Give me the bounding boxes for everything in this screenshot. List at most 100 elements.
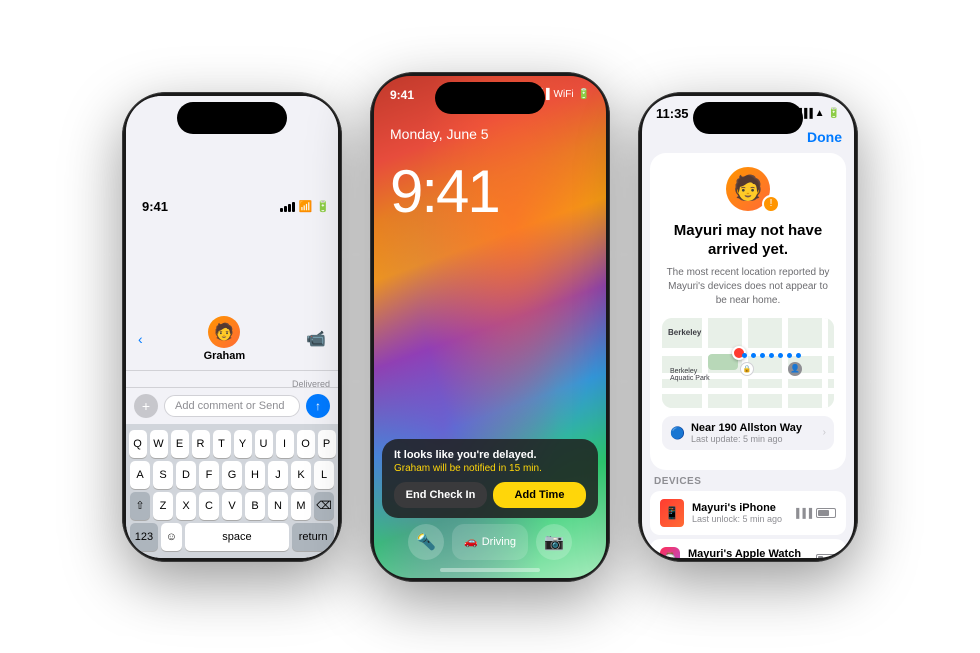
key-q[interactable]: Q: [129, 430, 147, 458]
ls-status-time: 9:41: [390, 88, 414, 102]
p3-subtext: The most recent location reported by May…: [662, 266, 834, 308]
key-b[interactable]: B: [245, 492, 265, 520]
key-h[interactable]: H: [245, 461, 265, 489]
keyboard-row-4: 123 ☺ space return: [130, 523, 334, 551]
map-road-h3: [662, 388, 834, 394]
device2-info: Mayuri's Apple Watch Last upd...: [688, 548, 808, 558]
checkin-alert-screen: 11:35 ▐▐▐▐ ▲ 🔋 Done 🧑 ! Mayuri may not h…: [642, 96, 854, 558]
phone-messages: 9:41 📶 🔋 ‹ 🧑 Graham: [122, 92, 342, 562]
phone-lockscreen: 9:41 ▐▐▐ WiFi 🔋 Monday, June 5 9:41 It l…: [370, 72, 610, 582]
keyboard-row-2: A S D F G H J K L: [130, 461, 334, 489]
add-time-button[interactable]: Add Time: [493, 482, 586, 508]
battery-bar-2: [816, 554, 836, 558]
key-x[interactable]: X: [176, 492, 196, 520]
add-button[interactable]: +: [134, 394, 158, 418]
device-row-watch: ⌚ Mayuri's Apple Watch Last upd...: [650, 539, 846, 558]
p3-warning-badge: !: [762, 195, 780, 213]
message-input[interactable]: Add comment or Send: [164, 395, 300, 417]
key-t[interactable]: T: [213, 430, 231, 458]
keyboard: Q W E R T Y U I O P A S D F G H: [126, 424, 338, 558]
video-call-button[interactable]: 📹: [306, 329, 326, 349]
p3-headline: Mayuri may not have arrived yet.: [662, 221, 834, 260]
dynamic-island-1: [177, 102, 287, 134]
map-berkeley-label: Berkeley: [668, 328, 701, 337]
end-check-in-button[interactable]: End Check In: [394, 482, 487, 508]
key-space[interactable]: space: [185, 523, 289, 551]
map-road-v3: [782, 318, 788, 408]
key-shift[interactable]: ⇧: [130, 492, 150, 520]
location-icon: 🔵: [670, 426, 685, 440]
driving-mode-indicator: 🚗 Driving: [452, 524, 528, 560]
p3-map[interactable]: 🔒 👤 Berkeley BerkeleyAquatic Park: [662, 318, 834, 408]
key-y[interactable]: Y: [234, 430, 252, 458]
key-z[interactable]: Z: [153, 492, 173, 520]
key-emoji[interactable]: ☺: [161, 523, 182, 551]
dynamic-island-2: [435, 82, 545, 114]
ls-notif-title: It looks like you're delayed.: [394, 449, 586, 461]
devices-section-label: DEVICES: [650, 476, 846, 487]
done-button[interactable]: Done: [807, 129, 842, 145]
battery-bar-1: [816, 508, 836, 518]
avatar: 🧑: [208, 316, 240, 348]
keyboard-row-1: Q W E R T Y U I O P: [130, 430, 334, 458]
delivered-label: Delivered: [134, 379, 330, 387]
map-lock-icon: 🔒: [740, 362, 754, 376]
contact-info: 🧑 Graham: [204, 316, 246, 362]
key-w[interactable]: W: [150, 430, 168, 458]
chevron-right-icon: ›: [823, 427, 826, 438]
status-icons-1: 📶 🔋: [280, 200, 330, 213]
battery-fill-1: [818, 510, 829, 516]
ls-notif-buttons: End Check In Add Time: [394, 482, 586, 508]
map-aquatic-label: BerkeleyAquatic Park: [670, 368, 710, 382]
key-f[interactable]: F: [199, 461, 219, 489]
key-d[interactable]: D: [176, 461, 196, 489]
p3-location-row[interactable]: 🔵 Near 190 Allston Way Last update: 5 mi…: [662, 416, 834, 450]
key-s[interactable]: S: [153, 461, 173, 489]
key-v[interactable]: V: [222, 492, 242, 520]
p3-main-card: 🧑 ! Mayuri may not have arrived yet. The…: [650, 153, 846, 470]
key-o[interactable]: O: [297, 430, 315, 458]
flashlight-button[interactable]: 🔦: [408, 524, 444, 560]
key-m[interactable]: M: [291, 492, 311, 520]
back-button[interactable]: ‹: [138, 331, 143, 347]
signal-bars-icon: ▐▐▐: [793, 508, 812, 518]
phone-checkin-alert: 11:35 ▐▐▐▐ ▲ 🔋 Done 🧑 ! Mayuri may not h…: [638, 92, 858, 562]
status-time-1: 9:41: [142, 199, 168, 214]
key-numbers[interactable]: 123: [130, 523, 158, 551]
key-e[interactable]: E: [171, 430, 189, 458]
lockscreen: 9:41 ▐▐▐ WiFi 🔋 Monday, June 5 9:41 It l…: [374, 76, 606, 578]
key-u[interactable]: U: [255, 430, 273, 458]
key-l[interactable]: L: [314, 461, 334, 489]
messages-body: Delivered So great to catch up. Thanks f…: [126, 371, 338, 387]
device1-status: Last unlock: 5 min ago: [692, 514, 785, 524]
key-r[interactable]: R: [192, 430, 210, 458]
p3-battery-icon: 🔋: [828, 108, 840, 119]
key-n[interactable]: N: [268, 492, 288, 520]
device-row-iphone: 📱 Mayuri's iPhone Last unlock: 5 min ago…: [650, 491, 846, 535]
ls-date: Monday, June 5: [390, 126, 590, 142]
car-icon: 🚗: [464, 535, 478, 548]
map-person-icon: 👤: [788, 362, 802, 376]
key-g[interactable]: G: [222, 461, 242, 489]
send-button[interactable]: ↑: [306, 394, 330, 418]
camera-button[interactable]: 📷: [536, 524, 572, 560]
p3-location-name: Near 190 Allston Way: [691, 422, 817, 434]
key-p[interactable]: P: [318, 430, 336, 458]
p3-location-time: Last update: 5 min ago: [691, 434, 817, 444]
device1-name: Mayuri's iPhone: [692, 502, 785, 514]
key-j[interactable]: J: [268, 461, 288, 489]
key-a[interactable]: A: [130, 461, 150, 489]
key-return[interactable]: return: [292, 523, 334, 551]
dynamic-island-3: [693, 102, 803, 134]
message-input-bar: + Add comment or Send ↑: [126, 387, 338, 424]
p3-avatar-area: 🧑 !: [662, 167, 834, 211]
key-k[interactable]: K: [291, 461, 311, 489]
device1-battery: ▐▐▐: [793, 508, 836, 518]
key-delete[interactable]: ⌫: [314, 492, 334, 520]
key-c[interactable]: C: [199, 492, 219, 520]
wifi-icon: 📶: [299, 200, 313, 213]
device2-name: Mayuri's Apple Watch: [688, 548, 808, 558]
key-i[interactable]: I: [276, 430, 294, 458]
home-indicator-2: [440, 568, 540, 572]
map-dot-trail: [742, 353, 801, 358]
